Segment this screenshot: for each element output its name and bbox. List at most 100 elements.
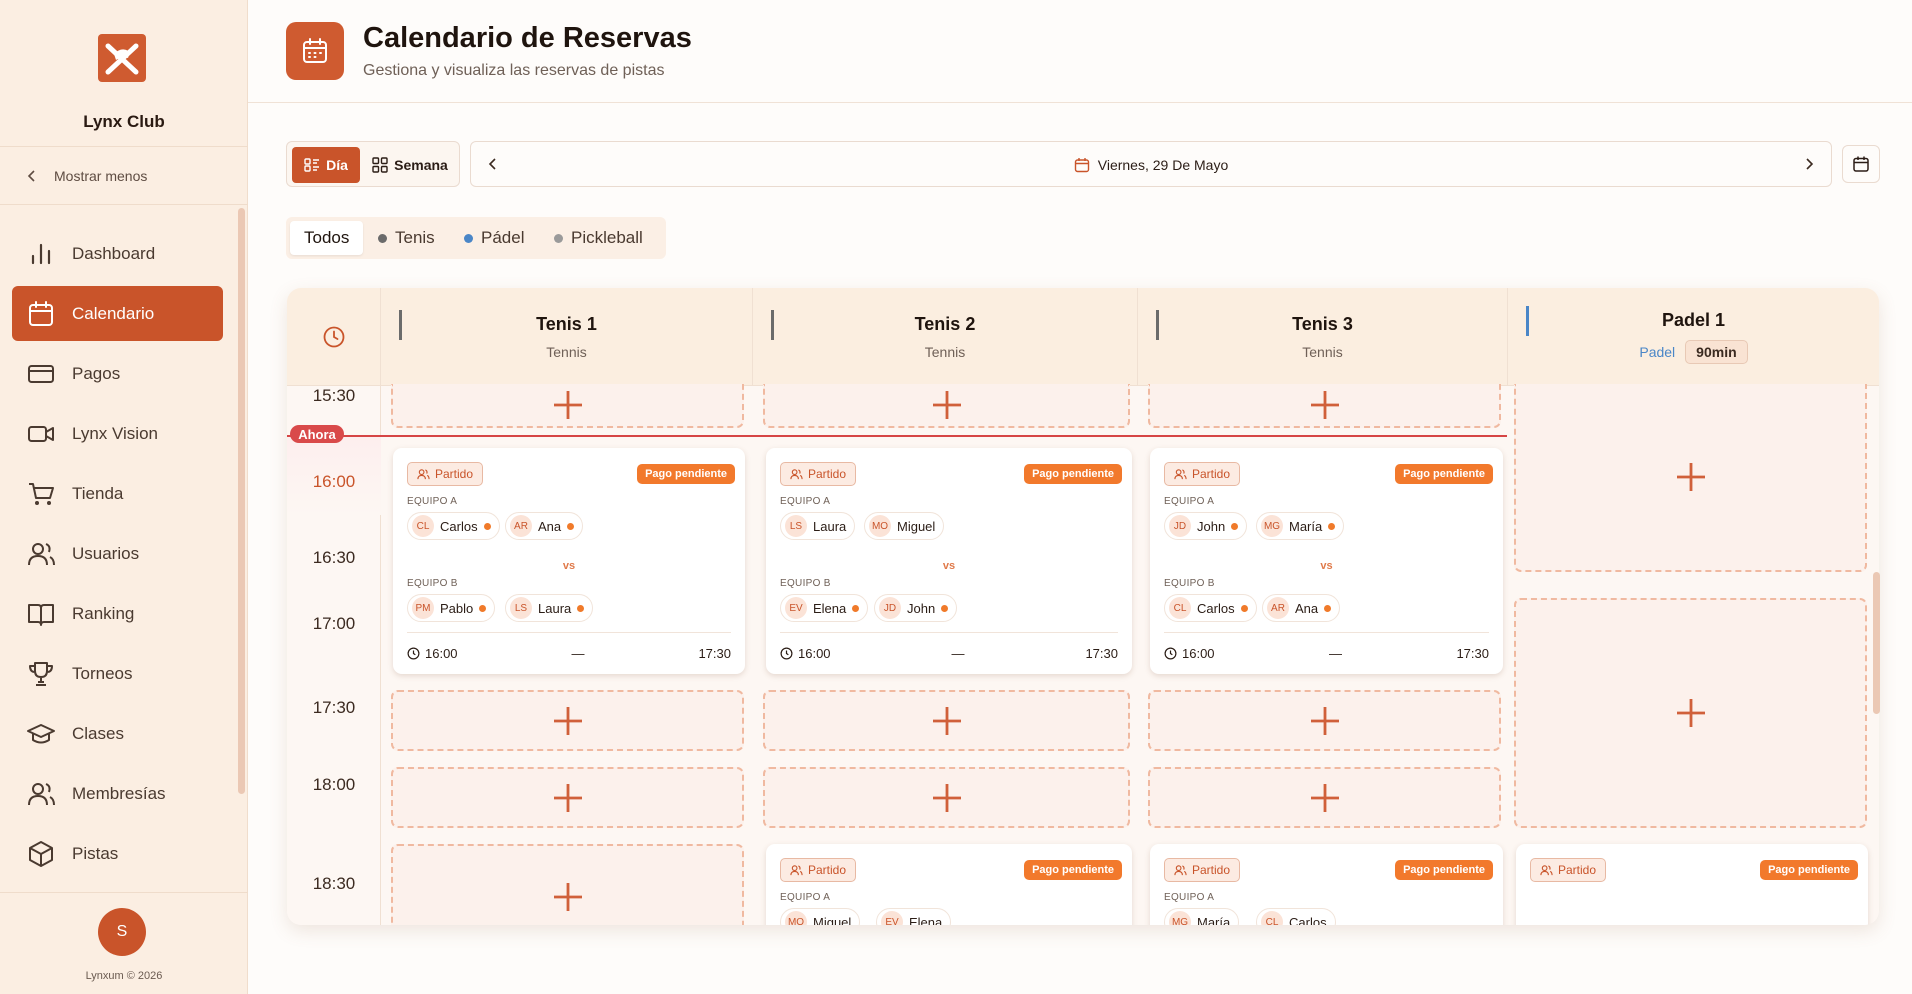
sidebar-item-clases[interactable]: Clases <box>12 706 223 761</box>
player-chip[interactable]: CL Carlos <box>407 512 500 540</box>
empty-slot[interactable] <box>1514 598 1867 828</box>
filter-pickleball[interactable]: Pickleball <box>554 221 643 255</box>
date-navigator: Viernes, 29 De Mayo <box>470 141 1832 187</box>
filter-tenis[interactable]: Tenis <box>378 221 435 255</box>
booking-card[interactable]: Partido Pago pendiente EQUIPO A LS Laura … <box>766 448 1132 674</box>
court-duration-badge: 90min <box>1685 340 1748 364</box>
time-label: 16:30 <box>312 548 356 567</box>
player-chip[interactable]: LS Laura <box>505 594 594 622</box>
empty-slot[interactable] <box>391 690 744 751</box>
user-avatar[interactable]: S <box>98 908 146 956</box>
player-chip[interactable]: MO Miguel <box>780 908 861 925</box>
player-chip[interactable]: CL Carlos <box>1256 908 1336 925</box>
sidebar-item-label: Torneos <box>72 663 133 683</box>
court-header-tenis-3: Tenis 3 Tennis <box>1138 288 1508 386</box>
page-subtitle: Gestiona y visualiza las reservas de pis… <box>363 62 665 79</box>
sidebar-item-tienda[interactable]: Tienda <box>12 466 223 521</box>
team-a-label: EQUIPO A <box>780 892 831 903</box>
player-initials: LS <box>785 515 807 537</box>
empty-slot[interactable] <box>391 767 744 828</box>
sidebar-item-pistas[interactable]: Pistas <box>12 826 223 881</box>
club-logo[interactable] <box>98 34 146 82</box>
player-chip[interactable]: JD John <box>1164 512 1248 540</box>
booking-card[interactable]: Partido Pago pendiente EQUIPO A MO Miguel… <box>766 844 1132 925</box>
empty-slot[interactable] <box>763 690 1130 751</box>
booking-card[interactable]: Partido Pago pendiente EQUIPO A MG María … <box>1150 844 1503 925</box>
time-label: 16:00 <box>312 472 356 491</box>
chevron-right-icon[interactable] <box>1799 154 1819 174</box>
court-type: Tennis <box>1302 344 1343 360</box>
player-chip[interactable]: LS Laura <box>780 512 856 540</box>
player-name: María <box>1197 914 1231 926</box>
empty-slot[interactable] <box>763 384 1130 428</box>
empty-slot[interactable] <box>391 384 744 428</box>
sidebar-item-dashboard[interactable]: Dashboard <box>12 226 223 281</box>
player-chip[interactable]: AR Ana <box>1262 594 1341 622</box>
player-initials: MG <box>1261 515 1283 537</box>
player-name: John <box>1197 518 1226 534</box>
booking-card[interactable]: Partido Pago pendiente EQUIPO A JD John M… <box>1150 448 1503 674</box>
player-chip[interactable]: MG María <box>1164 908 1240 926</box>
app: Lynx Club Mostrar menos Dashboard Calend… <box>0 0 1912 994</box>
chevron-left-icon[interactable] <box>483 154 503 174</box>
sidebar-item-torneos[interactable]: Torneos <box>12 646 223 701</box>
date-display[interactable]: Viernes, 29 De Mayo <box>471 142 1831 188</box>
player-chip[interactable]: PM Pablo <box>407 594 496 622</box>
player-chip[interactable]: CL Carlos <box>1164 594 1257 622</box>
player-chip[interactable]: MG María <box>1256 512 1345 540</box>
player-name: John <box>907 600 936 616</box>
sidebar-item-lynx-vision[interactable]: Lynx Vision <box>12 406 223 461</box>
empty-slot[interactable] <box>1148 384 1501 428</box>
sidebar-scrollbar[interactable] <box>238 208 245 794</box>
sidebar-item-membresias[interactable]: Membresías <box>12 766 223 821</box>
box-icon <box>29 840 53 867</box>
player-chip[interactable]: AR Ana <box>505 512 584 540</box>
payment-status-badge: Pago pendiente <box>1395 860 1493 880</box>
plus-icon <box>932 391 961 419</box>
player-chip[interactable]: MO Miguel <box>864 512 945 540</box>
filter-label: Tenis <box>395 228 435 247</box>
sidebar-item-label: Membresías <box>72 783 166 803</box>
player-chip[interactable]: JD John <box>874 594 958 622</box>
plus-icon <box>932 783 961 812</box>
filter-label: Pickleball <box>571 228 643 247</box>
start-time: 16:00 <box>425 646 458 661</box>
plus-icon <box>1676 463 1705 491</box>
sidebar-item-usuarios[interactable]: Usuarios <box>12 526 223 581</box>
empty-slot[interactable] <box>763 767 1130 828</box>
empty-slot[interactable] <box>1514 384 1867 572</box>
view-day-button[interactable]: Día <box>292 147 360 183</box>
plus-icon <box>553 882 582 911</box>
end-time: 17:30 <box>698 646 731 661</box>
match-type-badge: Partido <box>407 462 484 486</box>
booking-card[interactable]: Partido Pago pendiente <box>1516 844 1868 925</box>
status-dot <box>1240 604 1248 612</box>
time-separator: — <box>571 646 585 661</box>
sidebar-item-pagos[interactable]: Pagos <box>12 346 223 401</box>
plus-icon <box>932 706 961 735</box>
player-initials: MO <box>785 911 807 925</box>
player-initials: EV <box>881 911 903 925</box>
sidebar-item-ranking[interactable]: Ranking <box>12 586 223 641</box>
player-chip[interactable]: EV Elena <box>780 594 869 622</box>
sidebar-item-calendario[interactable]: Calendario <box>12 286 223 341</box>
filter-padel[interactable]: Pádel <box>464 221 524 255</box>
empty-slot[interactable] <box>1148 767 1501 828</box>
clock-icon <box>1164 647 1177 660</box>
player-chip[interactable]: EV Elena <box>876 908 952 925</box>
empty-slot[interactable] <box>391 844 744 925</box>
filter-todos[interactable]: Todos <box>290 221 364 255</box>
view-week-button[interactable]: Semana <box>366 147 454 183</box>
collapse-menu-button[interactable]: Mostrar menos <box>26 168 147 184</box>
lynx-logo-icon <box>105 43 139 75</box>
open-calendar-button[interactable] <box>1842 145 1880 183</box>
empty-slot[interactable] <box>1148 690 1501 751</box>
player-name: Elena <box>813 600 847 616</box>
view-toggle: Día Semana <box>286 141 460 187</box>
time-label: 17:30 <box>312 698 356 717</box>
calendar-scrollbar[interactable] <box>1873 572 1880 714</box>
player-initials: MG <box>1169 911 1191 925</box>
page-header: Calendario de Reservas Gestiona y visual… <box>248 0 1912 103</box>
booking-card[interactable]: Partido Pago pendiente EQUIPO A CL Carlos… <box>393 448 745 674</box>
player-initials: AR <box>1267 597 1289 619</box>
